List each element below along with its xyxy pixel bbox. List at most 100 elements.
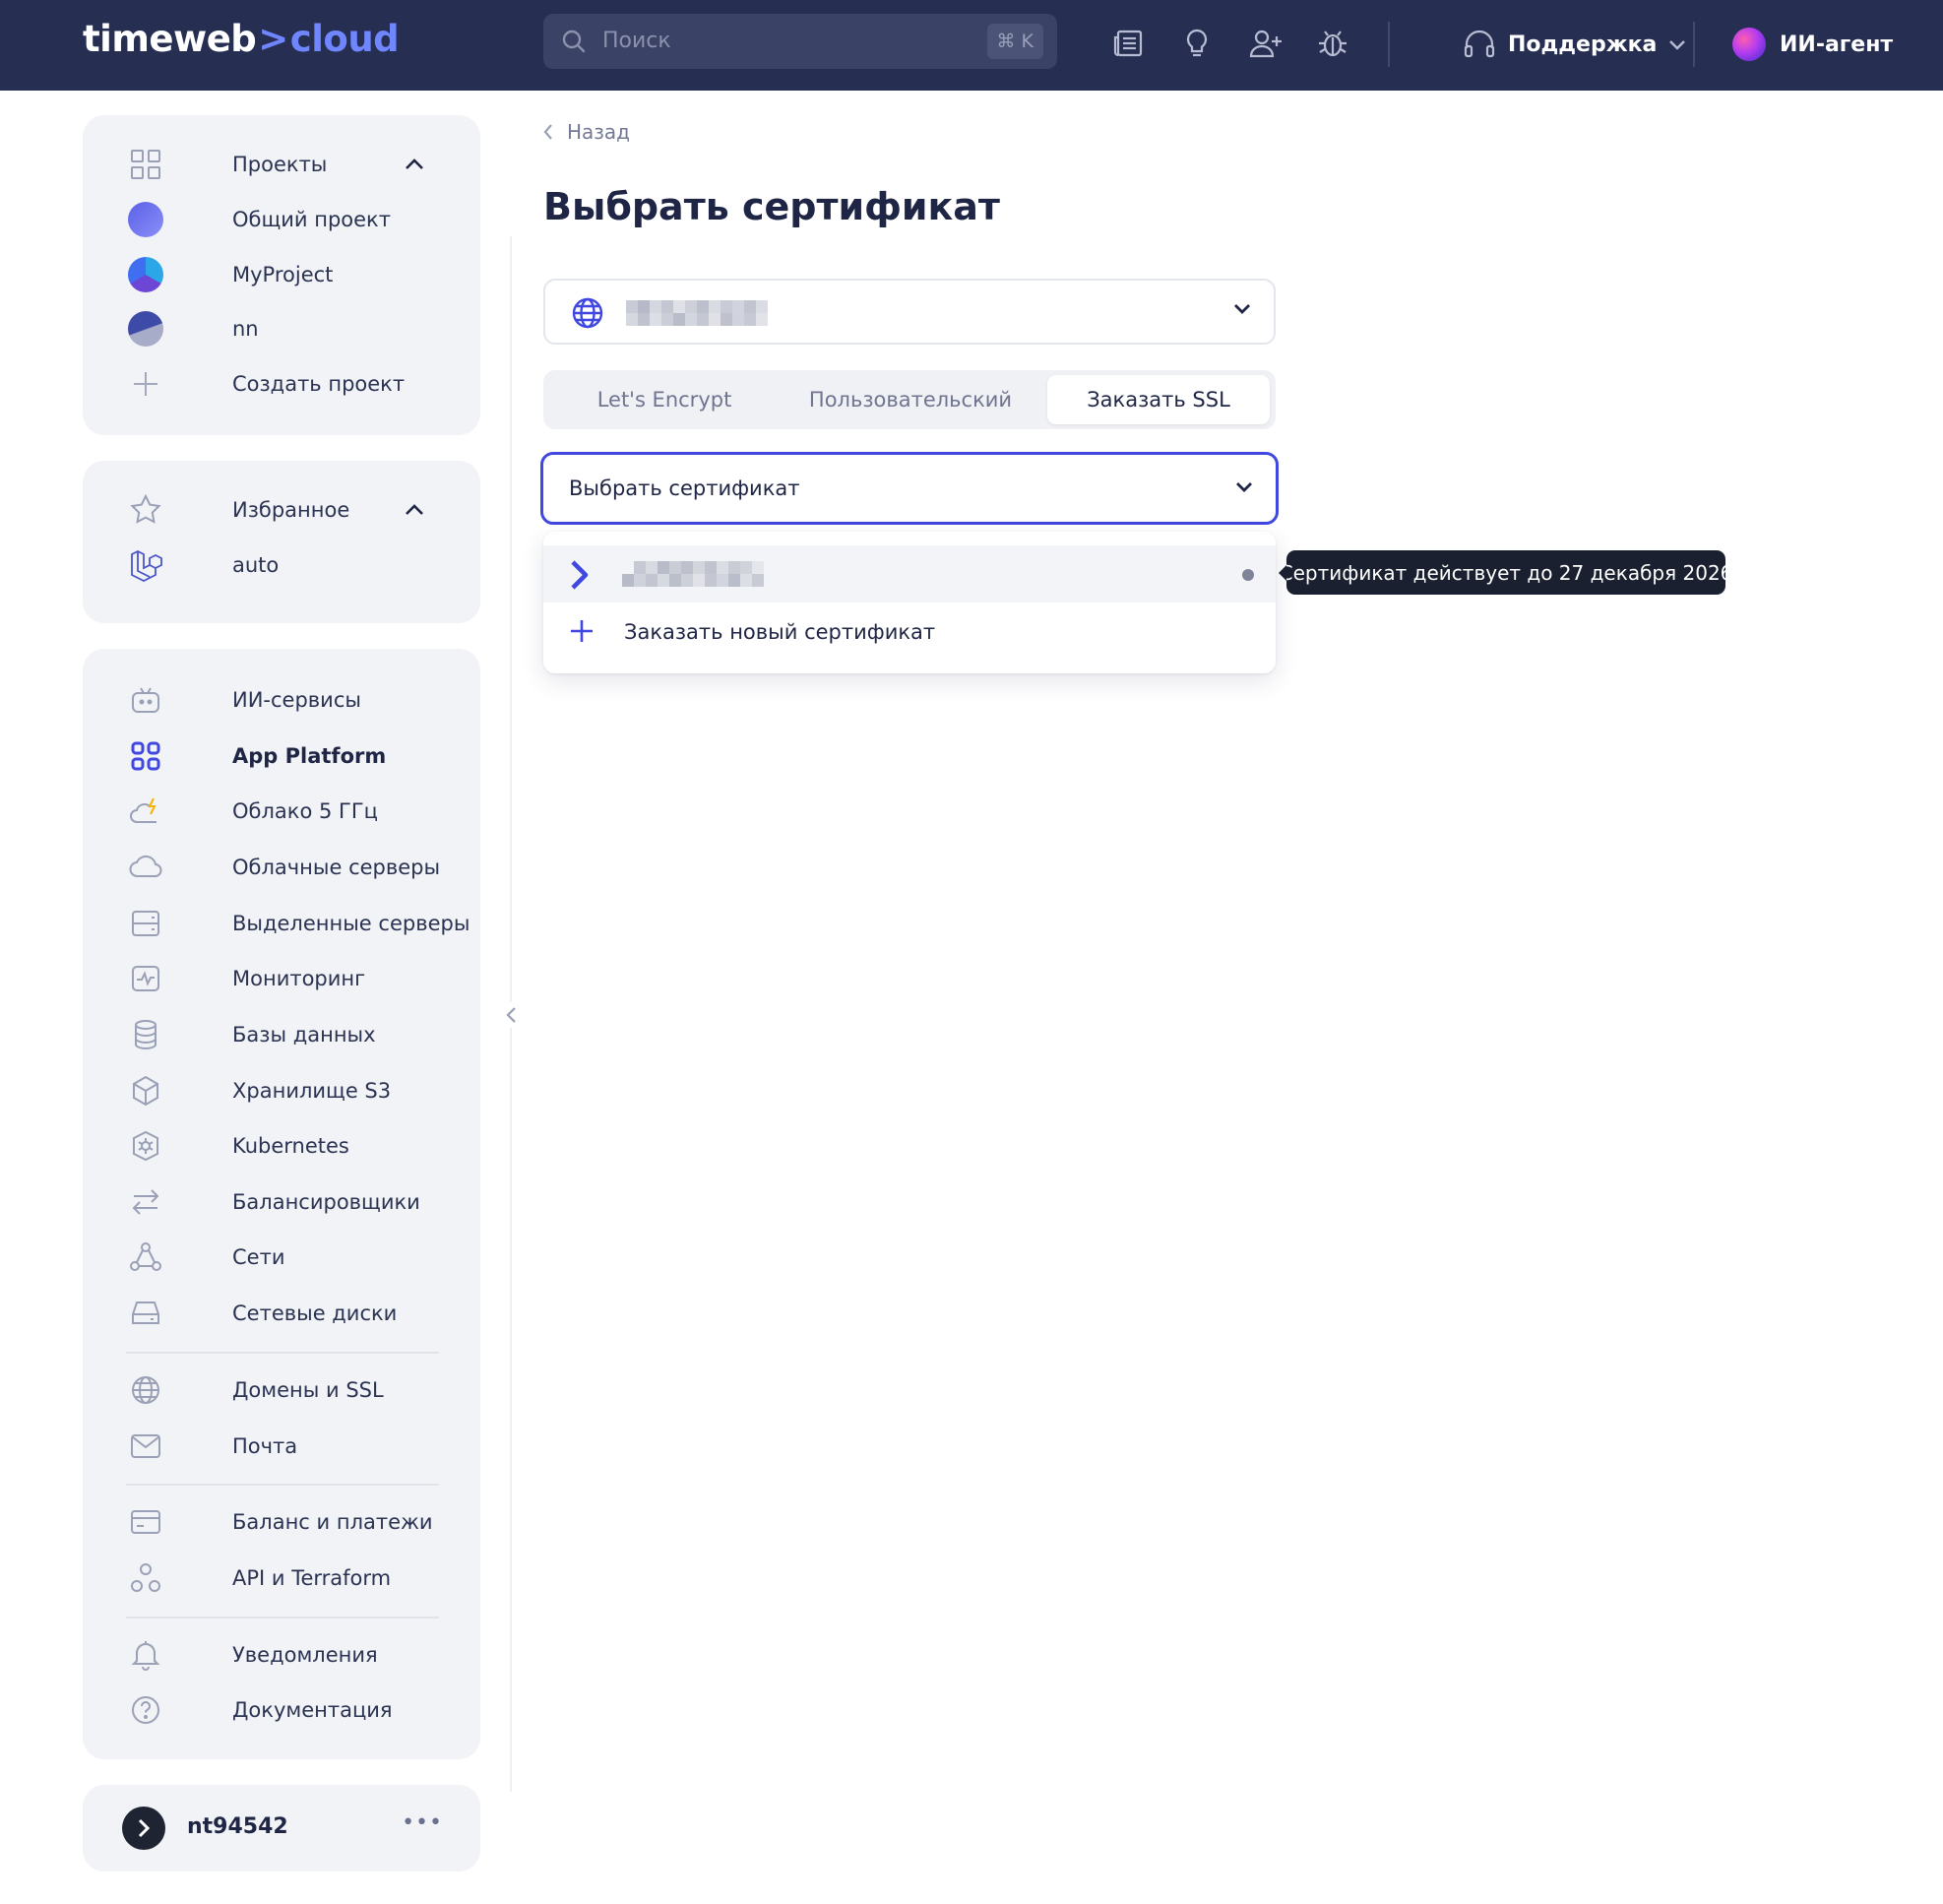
ssl-type-tabs: Let's Encrypt Пользовательский Заказать …	[543, 370, 1276, 429]
certificate-select[interactable]: Выбрать сертификат	[540, 452, 1279, 525]
timeweb-cloud-logo[interactable]: timeweb>cloud	[83, 18, 400, 60]
sidebar-label: Документация	[232, 1698, 393, 1722]
sidebar-label: Почта	[232, 1434, 298, 1458]
project-label: nn	[232, 317, 259, 341]
support-menu[interactable]: Поддержка	[1463, 22, 1686, 67]
monitor-icon	[128, 961, 163, 996]
sidebar-label: Kubernetes	[232, 1134, 349, 1158]
project-label: MyProject	[232, 263, 334, 286]
search-shortcut: ⌘ K	[986, 24, 1043, 59]
sidebar-item-monitoring[interactable]: Мониторинг	[128, 957, 365, 1000]
sidebar-label: Облако 5 ГГц	[232, 799, 378, 823]
sidebar-label: ИИ-сервисы	[232, 688, 361, 712]
sidebar-label: Баланс и платежи	[232, 1510, 433, 1534]
user-avatar	[122, 1807, 165, 1850]
create-project-button[interactable]: Создать проект	[128, 362, 405, 406]
back-link[interactable]: Назад	[543, 120, 630, 144]
sidebar-item-notifications[interactable]: Уведомления	[128, 1633, 378, 1677]
sidebar-item-cloud-5ghz[interactable]: Облако 5 ГГц	[128, 790, 378, 833]
project-avatar	[128, 202, 163, 237]
project-item-general[interactable]: Общий проект	[128, 198, 391, 241]
project-item-nn[interactable]: nn	[128, 307, 259, 350]
sidebar-label: API и Terraform	[232, 1566, 392, 1590]
user-name: nt94542	[187, 1814, 288, 1839]
favorites-header[interactable]: Избранное	[128, 488, 349, 532]
projects-header[interactable]: Проекты	[128, 143, 327, 186]
chevron-up-icon[interactable]	[400, 143, 429, 186]
sidebar-item-balance[interactable]: Баланс и платежи	[128, 1500, 433, 1544]
sidebar-item-ai-services[interactable]: ИИ-сервисы	[128, 678, 361, 722]
sidebar-item-networks[interactable]: Сети	[128, 1236, 284, 1279]
robot-icon	[128, 682, 163, 718]
add-user-icon[interactable]	[1246, 24, 1285, 63]
ai-agent-button[interactable]: ИИ-агент	[1732, 22, 1893, 67]
header-divider	[1388, 22, 1390, 67]
services-card: ИИ-сервисы App Platform Облако 5 ГГц Обл…	[83, 649, 480, 1759]
sidebar-label: Домены и SSL	[232, 1378, 384, 1402]
plus-icon	[128, 366, 163, 402]
collapse-sidebar-icon[interactable]	[500, 1002, 522, 1028]
help-icon	[128, 1692, 163, 1728]
domain-select[interactable]	[543, 279, 1276, 345]
sidebar-item-databases[interactable]: Базы данных	[128, 1013, 376, 1056]
sidebar-item-load-balancers[interactable]: Балансировщики	[128, 1180, 420, 1224]
news-icon[interactable]	[1108, 24, 1148, 63]
back-label: Назад	[567, 120, 631, 144]
sidebar-item-cloud-servers[interactable]: Облачные серверы	[128, 846, 440, 889]
search-input[interactable]: Поиск ⌘ K	[543, 14, 1057, 69]
sidebar-label: Выделенные серверы	[232, 912, 470, 935]
chevron-down-icon	[1234, 304, 1250, 314]
sidebar-item-network-disks[interactable]: Сетевые диски	[128, 1292, 397, 1335]
more-options-icon[interactable]: •••	[402, 1810, 443, 1835]
sidebar-label: Сетевые диски	[232, 1301, 398, 1325]
user-card[interactable]: nt94542 •••	[83, 1785, 480, 1872]
ai-agent-orb-icon	[1732, 28, 1766, 61]
sidebar-item-api[interactable]: API и Terraform	[128, 1556, 391, 1600]
redacted-certificate-name	[622, 561, 764, 587]
sidebar-item-docs[interactable]: Документация	[128, 1688, 393, 1732]
project-item-myproject[interactable]: MyProject	[128, 253, 333, 296]
plus-icon	[571, 620, 593, 642]
sidebar-label: App Platform	[232, 744, 387, 768]
sidebar-item-app-platform[interactable]: App Platform	[128, 734, 386, 778]
order-new-certificate-label: Заказать новый сертификат	[624, 620, 936, 644]
logo-cloud-text: cloud	[289, 18, 400, 60]
arrows-icon	[128, 1184, 163, 1220]
favorite-item-auto[interactable]: auto	[128, 543, 279, 587]
project-label: Общий проект	[232, 208, 391, 231]
api-icon	[128, 1560, 163, 1596]
support-label: Поддержка	[1508, 32, 1658, 57]
globe-icon	[572, 297, 603, 329]
tab-order-ssl[interactable]: Заказать SSL	[1047, 375, 1270, 424]
chevron-up-icon[interactable]	[400, 488, 429, 532]
header-divider	[1693, 22, 1695, 67]
project-avatar	[128, 257, 163, 292]
sidebar-item-domains-ssl[interactable]: Домены и SSL	[128, 1368, 384, 1412]
certificate-option[interactable]	[543, 545, 1276, 603]
favorites-card: Избранное auto	[83, 461, 480, 623]
favorite-label: auto	[232, 553, 280, 577]
sidebar-label: Облачные серверы	[232, 856, 441, 879]
chevron-left-icon	[543, 124, 552, 140]
certificate-dropdown: Заказать новый сертификат	[543, 532, 1276, 673]
cloud-icon	[128, 850, 163, 885]
sidebar-item-dedicated-servers[interactable]: Выделенные серверы	[128, 902, 470, 945]
app-grid-icon	[128, 738, 163, 774]
cube-icon	[128, 1073, 163, 1109]
certificate-select-value: Выбрать сертификат	[569, 476, 800, 500]
order-new-certificate-option[interactable]: Заказать новый сертификат	[543, 603, 1276, 660]
tab-lets-encrypt[interactable]: Let's Encrypt	[549, 375, 780, 424]
card-icon	[128, 1504, 163, 1540]
sidebar-item-s3-storage[interactable]: Хранилище S3	[128, 1069, 391, 1112]
lightbulb-icon[interactable]	[1177, 24, 1217, 63]
bug-icon[interactable]	[1313, 24, 1352, 63]
tab-custom[interactable]: Пользовательский	[780, 375, 1041, 424]
star-icon	[128, 492, 163, 528]
globe-icon	[128, 1372, 163, 1408]
page-title: Выбрать сертификат	[543, 185, 1000, 228]
search-placeholder: Поиск	[602, 29, 671, 53]
top-bar: timeweb>cloud Поиск ⌘ K Поддержка ИИ-аге…	[0, 0, 1943, 91]
sidebar-item-mail[interactable]: Почта	[128, 1425, 297, 1468]
chevron-right-icon	[138, 1818, 151, 1838]
sidebar-item-kubernetes[interactable]: Kubernetes	[128, 1124, 349, 1168]
